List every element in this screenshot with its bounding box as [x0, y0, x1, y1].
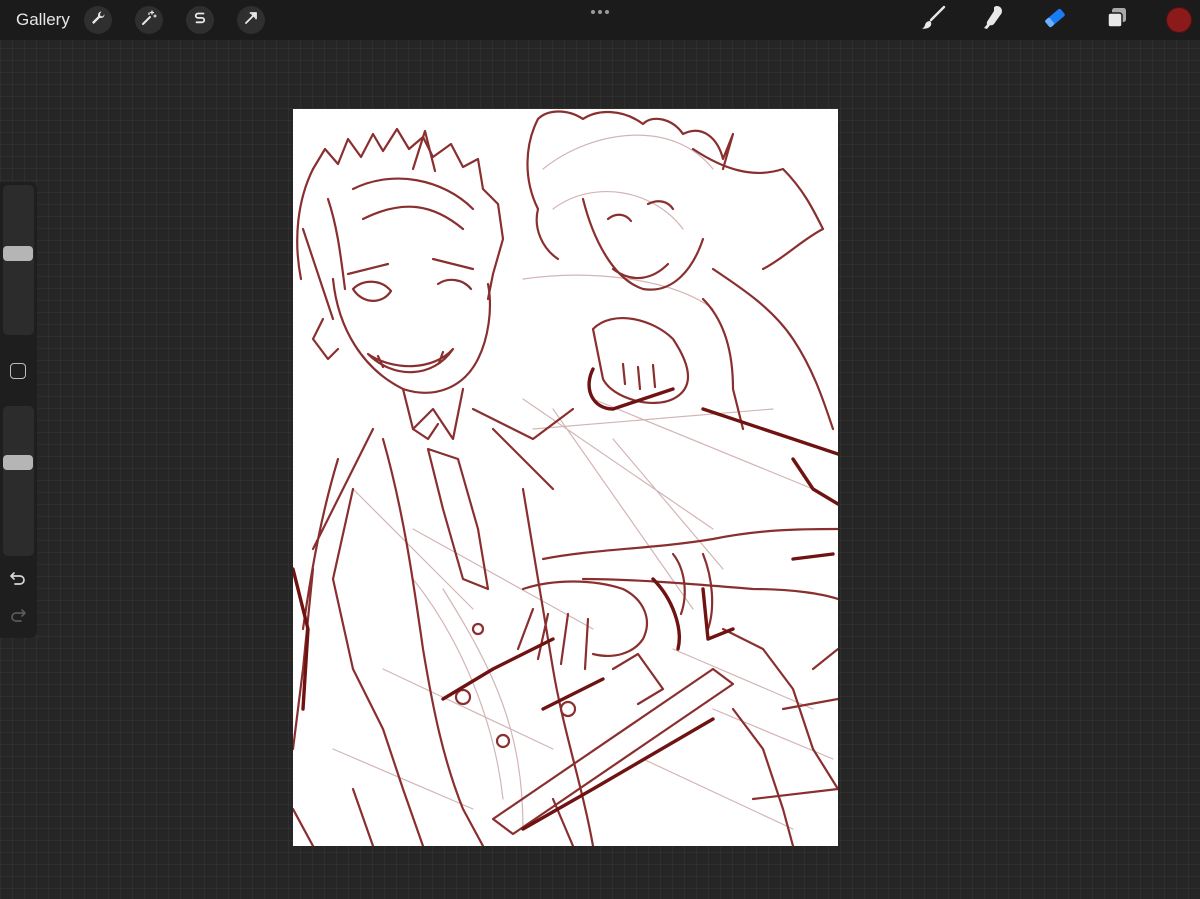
- brush-icon: [919, 4, 947, 37]
- arrow-cursor-icon: [243, 10, 259, 31]
- left-sidebar: [0, 182, 37, 638]
- eraser-icon: [1041, 4, 1069, 37]
- sketch-artwork: [293, 110, 838, 846]
- selection-s-icon: [192, 10, 208, 31]
- layers-button[interactable]: [1102, 5, 1132, 35]
- opacity-slider[interactable]: [3, 406, 34, 556]
- opacity-slider-thumb[interactable]: [3, 455, 33, 470]
- transform-button[interactable]: [237, 6, 265, 34]
- magic-wand-icon: [141, 9, 157, 31]
- brush-size-slider-thumb[interactable]: [3, 246, 33, 261]
- color-picker-swatch[interactable]: [1166, 7, 1192, 33]
- brush-tool-button[interactable]: [918, 5, 948, 35]
- adjustments-button[interactable]: [135, 6, 163, 34]
- more-dots-icon[interactable]: [588, 8, 612, 16]
- drawing-canvas[interactable]: [293, 109, 838, 846]
- eraser-tool-button[interactable]: [1040, 5, 1070, 35]
- smudge-tool-button[interactable]: [979, 5, 1009, 35]
- square-modify-icon[interactable]: [10, 363, 26, 379]
- gallery-button[interactable]: Gallery: [16, 9, 70, 31]
- wrench-icon: [90, 10, 106, 31]
- top-toolbar: Gallery: [0, 0, 1200, 40]
- smudge-icon: [980, 4, 1008, 37]
- procreate-app: Gallery: [0, 0, 1200, 899]
- layers-icon: [1104, 5, 1130, 36]
- actions-button[interactable]: [84, 6, 112, 34]
- redo-icon[interactable]: [8, 605, 28, 625]
- brush-size-slider[interactable]: [3, 185, 34, 335]
- undo-icon[interactable]: [8, 568, 28, 588]
- selection-button[interactable]: [186, 6, 214, 34]
